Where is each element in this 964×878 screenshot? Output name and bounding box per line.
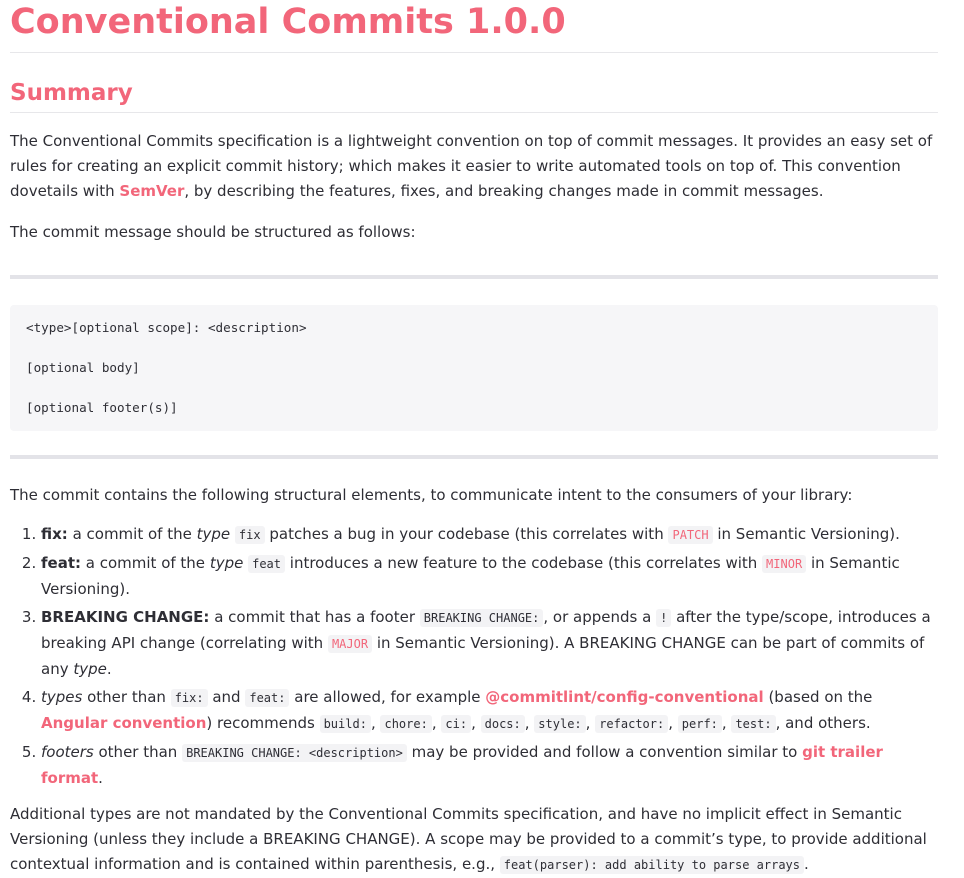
item-emphasis: types — [41, 688, 83, 706]
item-text: other than — [82, 688, 171, 706]
item-text: . — [106, 660, 112, 678]
code-major: MAJOR — [327, 635, 373, 653]
item-text: may be provided and follow a convention … — [406, 743, 803, 761]
separator: , — [585, 714, 596, 732]
item-text: and — [207, 688, 246, 706]
code-type: docs: — [480, 715, 525, 733]
code-fix: fix — [234, 526, 265, 544]
code-breaking-change: BREAKING CHANGE: — [419, 609, 544, 627]
item-text: , or appends a — [543, 608, 657, 626]
code-breaking-change-description: BREAKING CHANGE: <description> — [182, 744, 407, 762]
separator: , — [668, 714, 678, 732]
paragraph-text: . — [804, 855, 809, 873]
template-line-2: [optional body] — [26, 360, 140, 375]
page-title: Conventional Commits 1.0.0 — [10, 0, 938, 53]
item-text: a commit of the — [81, 554, 210, 572]
structure-intro: The commit message should be structured … — [10, 223, 416, 241]
code-minor: MINOR — [762, 555, 807, 573]
term-feat: feat: — [41, 554, 81, 572]
list-item-fix: fix: a commit of the type fix patches a … — [41, 522, 938, 548]
code-scope-example: feat(parser): add ability to parse array… — [499, 856, 804, 874]
item-text: patches a bug in your codebase (this cor… — [264, 525, 669, 543]
list-item-breaking-change: BREAKING CHANGE: a commit that has a foo… — [41, 605, 938, 682]
code-fix-colon: fix: — [170, 689, 208, 707]
code-type: build: — [319, 715, 371, 733]
document: Conventional Commits 1.0.0 Summary The C… — [0, 0, 964, 878]
code-feat-colon: feat: — [245, 689, 290, 707]
item-text: other than — [93, 743, 183, 761]
separator: , — [431, 714, 442, 732]
term-fix: fix: — [41, 525, 68, 543]
item-text: (based on the — [763, 688, 873, 706]
code-type: perf: — [677, 715, 722, 733]
structural-elements-list: fix: a commit of the type fix patches a … — [10, 522, 938, 791]
template-line-1: <type>[optional scope]: <description> — [26, 320, 307, 335]
divider-bottom — [10, 455, 938, 459]
summary-text-2: , by describing the features, fixes, and… — [184, 182, 824, 200]
item-text: a commit that has a footer — [209, 608, 420, 626]
separator: , — [524, 714, 535, 732]
list-item-types: types other than fix: and feat: are allo… — [41, 685, 938, 737]
list-item-feat: feat: a commit of the type feat introduc… — [41, 551, 938, 602]
code-type: chore: — [380, 715, 432, 733]
code-feat: feat — [248, 555, 286, 573]
separator: , — [471, 714, 481, 732]
item-text: introduces a new feature to the codebase… — [285, 554, 763, 572]
item-emphasis: type — [73, 660, 107, 678]
angular-convention-link[interactable]: Angular convention — [41, 714, 206, 732]
list-item-footers: footers other than BREAKING CHANGE: <des… — [41, 740, 938, 791]
elements-intro: The commit contains the following struct… — [10, 486, 853, 504]
item-text: . — [98, 769, 103, 787]
item-text: , and others. — [775, 714, 871, 732]
divider-top — [10, 275, 938, 279]
code-type: ci: — [441, 715, 472, 733]
template-line-3: [optional footer(s)] — [26, 400, 178, 415]
commit-message-template: <type>[optional scope]: <description> [o… — [10, 305, 938, 431]
commitlint-link[interactable]: @commitlint/config-conventional — [485, 688, 763, 706]
item-text: a commit of the — [67, 525, 197, 543]
item-emphasis: type — [209, 554, 244, 572]
item-text: in Semantic Versioning). — [712, 525, 900, 543]
term-breaking-change: BREAKING CHANGE: — [41, 608, 210, 626]
additional-types-paragraph: Additional types are not mandated by the… — [10, 802, 938, 878]
code-type: test: — [731, 715, 776, 733]
code-type: style: — [534, 715, 586, 733]
semver-link[interactable]: SemVer — [119, 182, 184, 200]
item-emphasis: type — [196, 525, 231, 543]
code-patch: PATCH — [668, 526, 713, 544]
summary-paragraph: The Conventional Commits specification i… — [10, 129, 938, 204]
summary-heading: Summary — [10, 53, 938, 113]
code-type: refactor: — [595, 715, 669, 733]
item-text: ) recommends — [206, 714, 320, 732]
code-bang: ! — [656, 609, 672, 627]
item-text: are allowed, for example — [289, 688, 486, 706]
item-emphasis: footers — [41, 743, 94, 761]
